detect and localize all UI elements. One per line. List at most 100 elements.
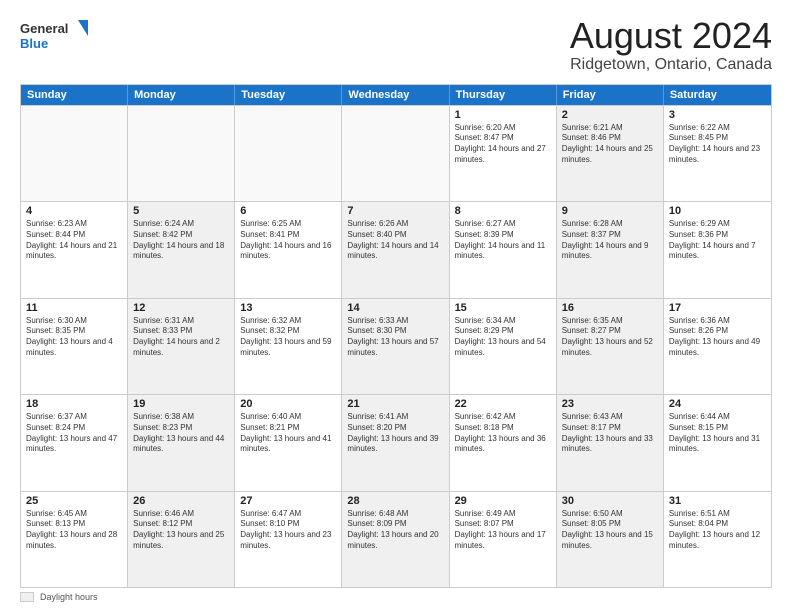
- day-number: 6: [240, 205, 336, 217]
- shaded-label: Daylight hours: [40, 592, 98, 602]
- calendar-week-5: 25 Sunrise: 6:45 AMSunset: 8:13 PMDaylig…: [21, 491, 771, 587]
- cell-info: Sunrise: 6:27 AMSunset: 8:39 PMDaylight:…: [455, 219, 551, 262]
- cell-info: Sunrise: 6:21 AMSunset: 8:46 PMDaylight:…: [562, 123, 658, 166]
- day-number: 27: [240, 495, 336, 507]
- header-sunday: Sunday: [21, 85, 128, 105]
- day-number: 22: [455, 398, 551, 410]
- cell-info: Sunrise: 6:32 AMSunset: 8:32 PMDaylight:…: [240, 316, 336, 359]
- day-number: 19: [133, 398, 229, 410]
- page: General Blue August 2024 Ridgetown, Onta…: [0, 0, 792, 612]
- cell-info: Sunrise: 6:29 AMSunset: 8:36 PMDaylight:…: [669, 219, 766, 262]
- calendar-cell: 31 Sunrise: 6:51 AMSunset: 8:04 PMDaylig…: [664, 492, 771, 587]
- header-tuesday: Tuesday: [235, 85, 342, 105]
- calendar-cell: 6 Sunrise: 6:25 AMSunset: 8:41 PMDayligh…: [235, 202, 342, 297]
- main-title: August 2024: [570, 16, 772, 56]
- cell-info: Sunrise: 6:23 AMSunset: 8:44 PMDaylight:…: [26, 219, 122, 262]
- calendar-cell: 9 Sunrise: 6:28 AMSunset: 8:37 PMDayligh…: [557, 202, 664, 297]
- cell-info: Sunrise: 6:42 AMSunset: 8:18 PMDaylight:…: [455, 412, 551, 455]
- calendar-cell: 4 Sunrise: 6:23 AMSunset: 8:44 PMDayligh…: [21, 202, 128, 297]
- day-number: 24: [669, 398, 766, 410]
- day-number: 5: [133, 205, 229, 217]
- calendar-cell: 30 Sunrise: 6:50 AMSunset: 8:05 PMDaylig…: [557, 492, 664, 587]
- day-number: 28: [347, 495, 443, 507]
- cell-info: Sunrise: 6:50 AMSunset: 8:05 PMDaylight:…: [562, 509, 658, 552]
- day-number: 20: [240, 398, 336, 410]
- calendar-cell: 19 Sunrise: 6:38 AMSunset: 8:23 PMDaylig…: [128, 395, 235, 490]
- calendar-week-3: 11 Sunrise: 6:30 AMSunset: 8:35 PMDaylig…: [21, 298, 771, 394]
- cell-info: Sunrise: 6:46 AMSunset: 8:12 PMDaylight:…: [133, 509, 229, 552]
- logo-svg: General Blue: [20, 16, 90, 56]
- cell-info: Sunrise: 6:33 AMSunset: 8:30 PMDaylight:…: [347, 316, 443, 359]
- cell-info: Sunrise: 6:35 AMSunset: 8:27 PMDaylight:…: [562, 316, 658, 359]
- day-number: 3: [669, 109, 766, 121]
- calendar-cell: 11 Sunrise: 6:30 AMSunset: 8:35 PMDaylig…: [21, 299, 128, 394]
- title-block: August 2024 Ridgetown, Ontario, Canada: [570, 16, 772, 74]
- day-number: 8: [455, 205, 551, 217]
- calendar-cell: 8 Sunrise: 6:27 AMSunset: 8:39 PMDayligh…: [450, 202, 557, 297]
- day-number: 7: [347, 205, 443, 217]
- cell-info: Sunrise: 6:41 AMSunset: 8:20 PMDaylight:…: [347, 412, 443, 455]
- cell-info: Sunrise: 6:24 AMSunset: 8:42 PMDaylight:…: [133, 219, 229, 262]
- day-number: 26: [133, 495, 229, 507]
- cell-info: Sunrise: 6:34 AMSunset: 8:29 PMDaylight:…: [455, 316, 551, 359]
- calendar-cell: 1 Sunrise: 6:20 AMSunset: 8:47 PMDayligh…: [450, 106, 557, 201]
- calendar-cell: 18 Sunrise: 6:37 AMSunset: 8:24 PMDaylig…: [21, 395, 128, 490]
- day-number: 12: [133, 302, 229, 314]
- calendar-cell: 12 Sunrise: 6:31 AMSunset: 8:33 PMDaylig…: [128, 299, 235, 394]
- calendar-week-4: 18 Sunrise: 6:37 AMSunset: 8:24 PMDaylig…: [21, 394, 771, 490]
- day-number: 17: [669, 302, 766, 314]
- cell-info: Sunrise: 6:25 AMSunset: 8:41 PMDaylight:…: [240, 219, 336, 262]
- day-number: 18: [26, 398, 122, 410]
- cell-info: Sunrise: 6:30 AMSunset: 8:35 PMDaylight:…: [26, 316, 122, 359]
- cell-info: Sunrise: 6:40 AMSunset: 8:21 PMDaylight:…: [240, 412, 336, 455]
- calendar-cell: 14 Sunrise: 6:33 AMSunset: 8:30 PMDaylig…: [342, 299, 449, 394]
- cell-info: Sunrise: 6:37 AMSunset: 8:24 PMDaylight:…: [26, 412, 122, 455]
- header-thursday: Thursday: [450, 85, 557, 105]
- calendar-cell: 10 Sunrise: 6:29 AMSunset: 8:36 PMDaylig…: [664, 202, 771, 297]
- cell-info: Sunrise: 6:31 AMSunset: 8:33 PMDaylight:…: [133, 316, 229, 359]
- footer: Daylight hours: [20, 592, 772, 602]
- calendar-cell: 24 Sunrise: 6:44 AMSunset: 8:15 PMDaylig…: [664, 395, 771, 490]
- calendar-cell: 2 Sunrise: 6:21 AMSunset: 8:46 PMDayligh…: [557, 106, 664, 201]
- day-number: 31: [669, 495, 766, 507]
- calendar-cell: 5 Sunrise: 6:24 AMSunset: 8:42 PMDayligh…: [128, 202, 235, 297]
- calendar-cell: 15 Sunrise: 6:34 AMSunset: 8:29 PMDaylig…: [450, 299, 557, 394]
- cell-info: Sunrise: 6:47 AMSunset: 8:10 PMDaylight:…: [240, 509, 336, 552]
- calendar-cell: [21, 106, 128, 201]
- cell-info: Sunrise: 6:38 AMSunset: 8:23 PMDaylight:…: [133, 412, 229, 455]
- calendar-cell: 25 Sunrise: 6:45 AMSunset: 8:13 PMDaylig…: [21, 492, 128, 587]
- day-number: 30: [562, 495, 658, 507]
- cell-info: Sunrise: 6:48 AMSunset: 8:09 PMDaylight:…: [347, 509, 443, 552]
- calendar-cell: 20 Sunrise: 6:40 AMSunset: 8:21 PMDaylig…: [235, 395, 342, 490]
- calendar-cell: [342, 106, 449, 201]
- calendar-cell: 17 Sunrise: 6:36 AMSunset: 8:26 PMDaylig…: [664, 299, 771, 394]
- cell-info: Sunrise: 6:45 AMSunset: 8:13 PMDaylight:…: [26, 509, 122, 552]
- cell-info: Sunrise: 6:44 AMSunset: 8:15 PMDaylight:…: [669, 412, 766, 455]
- cell-info: Sunrise: 6:20 AMSunset: 8:47 PMDaylight:…: [455, 123, 551, 166]
- header-monday: Monday: [128, 85, 235, 105]
- calendar-cell: 29 Sunrise: 6:49 AMSunset: 8:07 PMDaylig…: [450, 492, 557, 587]
- day-number: 14: [347, 302, 443, 314]
- calendar: Sunday Monday Tuesday Wednesday Thursday…: [20, 84, 772, 588]
- day-number: 9: [562, 205, 658, 217]
- cell-info: Sunrise: 6:36 AMSunset: 8:26 PMDaylight:…: [669, 316, 766, 359]
- calendar-cell: 28 Sunrise: 6:48 AMSunset: 8:09 PMDaylig…: [342, 492, 449, 587]
- cell-info: Sunrise: 6:26 AMSunset: 8:40 PMDaylight:…: [347, 219, 443, 262]
- calendar-cell: 26 Sunrise: 6:46 AMSunset: 8:12 PMDaylig…: [128, 492, 235, 587]
- calendar-cell: 23 Sunrise: 6:43 AMSunset: 8:17 PMDaylig…: [557, 395, 664, 490]
- cell-info: Sunrise: 6:43 AMSunset: 8:17 PMDaylight:…: [562, 412, 658, 455]
- day-number: 13: [240, 302, 336, 314]
- day-number: 1: [455, 109, 551, 121]
- calendar-cell: 21 Sunrise: 6:41 AMSunset: 8:20 PMDaylig…: [342, 395, 449, 490]
- svg-text:Blue: Blue: [20, 36, 48, 51]
- day-number: 10: [669, 205, 766, 217]
- day-number: 25: [26, 495, 122, 507]
- cell-info: Sunrise: 6:51 AMSunset: 8:04 PMDaylight:…: [669, 509, 766, 552]
- calendar-cell: 22 Sunrise: 6:42 AMSunset: 8:18 PMDaylig…: [450, 395, 557, 490]
- day-number: 23: [562, 398, 658, 410]
- calendar-cell: 16 Sunrise: 6:35 AMSunset: 8:27 PMDaylig…: [557, 299, 664, 394]
- day-number: 4: [26, 205, 122, 217]
- header-wednesday: Wednesday: [342, 85, 449, 105]
- calendar-body: 1 Sunrise: 6:20 AMSunset: 8:47 PMDayligh…: [21, 105, 771, 587]
- logo: General Blue: [20, 16, 90, 56]
